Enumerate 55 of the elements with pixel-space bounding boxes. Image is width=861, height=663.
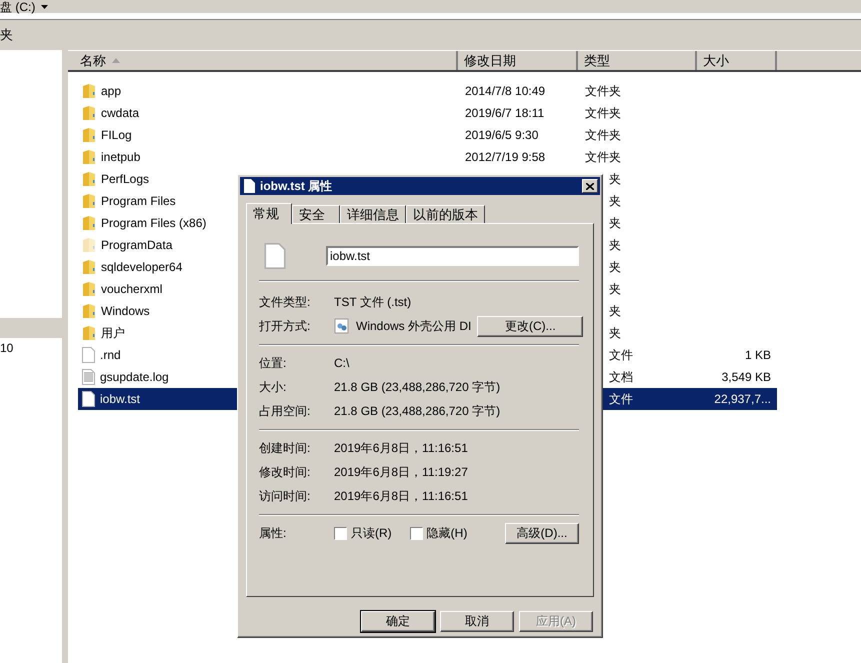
- file-name: Program Files: [101, 194, 176, 208]
- modified-date: 2012/7/19 9:58: [465, 150, 546, 164]
- property-label: 访问时间:: [259, 488, 312, 504]
- file-type: 文件夹: [585, 126, 621, 144]
- file-name: sqldeveloper64: [101, 260, 182, 274]
- file-name: iobw.tst: [100, 392, 140, 406]
- file-type: 夹: [609, 302, 621, 320]
- file-type: 文档: [609, 368, 633, 386]
- property-label: 创建时间:: [259, 440, 312, 456]
- file-type: 文件: [609, 390, 633, 408]
- property-value: 2019年6月8日，11:19:27: [334, 464, 469, 480]
- property-value: 2019年6月8日，11:16:51: [334, 440, 469, 456]
- file-name: inetpub: [101, 150, 140, 164]
- property-value: TST 文件 (.tst): [334, 294, 412, 310]
- file-name: Program Files (x86): [101, 216, 206, 230]
- file-name: PerfLogs: [101, 172, 150, 186]
- file-size: 3,549 KB: [720, 370, 772, 384]
- property-label: 打开方式:: [259, 318, 312, 334]
- file-type: 文件: [609, 346, 633, 364]
- file-type: 文件夹: [585, 104, 621, 122]
- property-value: C:\: [334, 356, 350, 370]
- file-name: cwdata: [101, 106, 140, 120]
- property-value: 2019年6月8日，11:16:51: [334, 488, 469, 504]
- modified-date: 2019/6/5 9:30: [465, 128, 538, 142]
- file-type: 夹: [609, 258, 621, 276]
- property-label: 属性:: [259, 524, 288, 542]
- file-type: 夹: [609, 280, 621, 298]
- modified-date: 2019/6/7 18:11: [465, 106, 544, 120]
- file-type: 夹: [609, 192, 621, 210]
- file-name: ProgramData: [101, 238, 172, 252]
- file-name: Windows: [101, 304, 150, 318]
- file-type: 文件夹: [585, 148, 621, 166]
- property-label: 大小:: [259, 378, 288, 396]
- file-size: 22,937,7...: [713, 392, 772, 406]
- file-name: .rnd: [100, 348, 121, 362]
- property-value: Windows 外壳公用 DI: [356, 318, 472, 334]
- file-name: gsupdate.log: [100, 370, 169, 384]
- property-label: 位置:: [259, 354, 288, 372]
- modified-date: 2014/7/8 10:49: [465, 84, 546, 98]
- file-type: 夹: [609, 214, 621, 232]
- file-type: 夹: [609, 324, 621, 342]
- file-type: 夹: [609, 236, 621, 254]
- file-name: FILog: [101, 128, 132, 142]
- file-name: voucherxml: [101, 282, 162, 296]
- file-type: 文件夹: [585, 82, 621, 100]
- dialog-title: iobw.tst 属性: [260, 178, 334, 194]
- property-label: 占用空间:: [259, 402, 312, 420]
- property-label: 文件类型:: [259, 294, 312, 310]
- property-value: 21.8 GB (23,488,286,720 字节): [334, 378, 502, 396]
- property-value: 21.8 GB (23,488,286,720 字节): [334, 402, 502, 420]
- file-type: 夹: [609, 170, 621, 188]
- file-name: 用户: [101, 324, 125, 342]
- file-size: 1 KB: [744, 348, 772, 362]
- file-name: app: [101, 84, 122, 98]
- property-label: 修改时间:: [259, 464, 312, 480]
